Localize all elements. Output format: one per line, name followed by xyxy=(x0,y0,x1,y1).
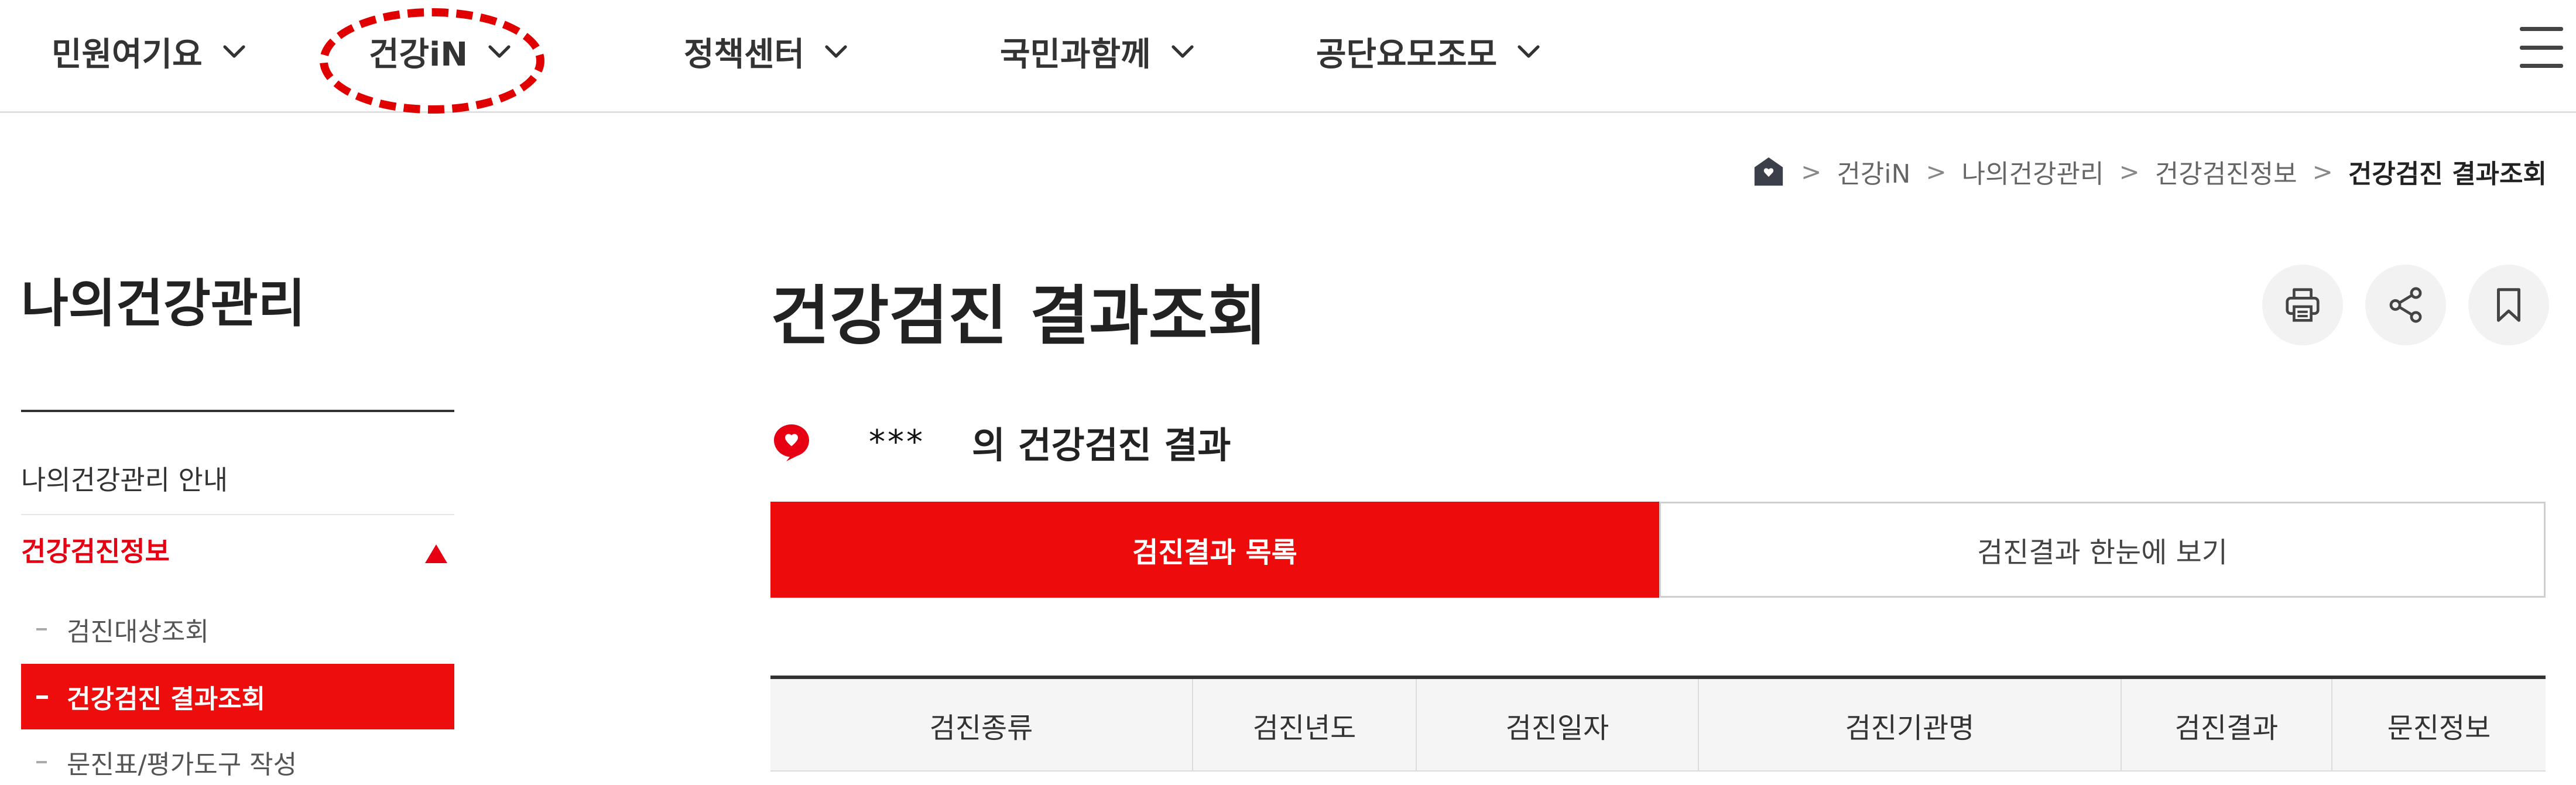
nav-item-policy-center[interactable]: 정책센터 xyxy=(684,22,850,81)
nav-item-health-in[interactable]: 건강iN xyxy=(369,22,513,81)
sidebar-item-guide[interactable]: 나의건강관리 안내 xyxy=(21,451,454,515)
table-header-questionnaire: 문진정보 xyxy=(2387,712,2491,745)
page: 민원여기요 건강iN 정책센터 국민과함께 공단요모조모 > 건강iN > 나의… xyxy=(0,0,2576,785)
sidebar-section-checkup-info[interactable]: 건강검진정보 xyxy=(21,530,454,583)
nav-label: 건강iN xyxy=(369,35,468,74)
bookmark-icon xyxy=(2497,288,2520,322)
chevron-down-icon xyxy=(1171,45,1194,58)
nav-label: 정책센터 xyxy=(684,35,805,74)
nav-item-about-corp[interactable]: 공단요모조모 xyxy=(1316,22,1543,81)
sidebar-subitem-questionnaire[interactable]: 문진표/평가도구 작성 xyxy=(21,729,454,785)
breadcrumb-item[interactable]: 나의건강관리 xyxy=(1962,153,2104,190)
breadcrumb-item[interactable]: 건강검진정보 xyxy=(2155,153,2297,190)
sidebar-subitem-target-lookup[interactable]: 검진대상조회 xyxy=(21,597,454,662)
sidebar-subitem-label: 문진표/평가도구 작성 xyxy=(67,750,297,780)
breadcrumb-current: 건강검진 결과조회 xyxy=(2348,159,2547,189)
nav-label: 민원여기요 xyxy=(52,35,203,74)
breadcrumb-separator: > xyxy=(1801,157,1822,186)
table-header-checkup-year: 검진년도 xyxy=(1193,679,1417,772)
nav-label: 국민과함께 xyxy=(1000,35,1151,74)
hamburger-icon[interactable] xyxy=(2520,27,2563,68)
result-owner-masked: *** xyxy=(869,423,925,461)
chevron-down-icon xyxy=(825,45,847,58)
print-icon xyxy=(2286,288,2320,322)
chevron-down-icon xyxy=(488,45,511,58)
result-heading-text: 의 건강검진 결과 xyxy=(972,424,1231,467)
table-header-institution: 검진기관명 xyxy=(1699,679,2122,772)
triangle-up-icon xyxy=(425,544,447,563)
breadcrumb-separator: > xyxy=(2119,157,2140,186)
nav-item-minwon[interactable]: 민원여기요 xyxy=(52,22,248,81)
table-header-result: 검진결과 xyxy=(2122,679,2332,772)
page-title: 건강검진 결과조회 xyxy=(770,279,1267,354)
breadcrumb-item[interactable]: 건강iN xyxy=(1837,153,1910,190)
top-navigation: 민원여기요 건강iN 정책센터 국민과함께 공단요모조모 xyxy=(0,0,2576,114)
sidebar-subitem-result-lookup[interactable]: 건강검진 결과조회 xyxy=(21,664,454,729)
sidebar-title: 나의건강관리 xyxy=(21,273,306,334)
table-header-checkup-date: 검진일자 xyxy=(1417,679,1699,772)
share-icon xyxy=(2389,287,2422,323)
share-button[interactable] xyxy=(2365,265,2446,345)
chevron-down-icon xyxy=(1517,45,1540,58)
nav-label: 공단요모조모 xyxy=(1316,35,1498,74)
chevron-down-icon xyxy=(223,45,245,58)
sidebar-subitem-label: 건강검진 결과조회 xyxy=(67,684,266,714)
heart-badge-icon xyxy=(774,424,809,461)
bookmark-button[interactable] xyxy=(2468,265,2549,345)
breadcrumb-separator: > xyxy=(1926,157,1947,186)
print-button[interactable] xyxy=(2262,265,2343,345)
home-icon[interactable] xyxy=(1752,155,1786,188)
nav-item-with-citizens[interactable]: 국민과함께 xyxy=(1000,22,1197,81)
result-view-tabs: 검진결과 목록 검진결과 한눈에 보기 xyxy=(770,502,2546,598)
table-header-checkup-type: 검진종류 xyxy=(770,679,1193,772)
breadcrumb-separator: > xyxy=(2312,157,2333,186)
result-table-header: 검진종류 검진년도 검진일자 검진기관명 검진결과 문진정보 xyxy=(770,676,2546,772)
sidebar-divider xyxy=(21,410,454,412)
result-heading: *** 의 건강검진 결과 xyxy=(770,419,1231,467)
sidebar-subitem-label: 검진대상조회 xyxy=(67,617,209,647)
sidebar-section-label: 건강검진정보 xyxy=(21,536,170,567)
tab-result-overview[interactable]: 검진결과 한눈에 보기 xyxy=(1659,502,2546,598)
breadcrumb: > 건강iN > 나의건강관리 > 건강검진정보 > 건강검진 결과조회 xyxy=(1752,151,2547,192)
tab-result-list[interactable]: 검진결과 목록 xyxy=(770,502,1659,598)
